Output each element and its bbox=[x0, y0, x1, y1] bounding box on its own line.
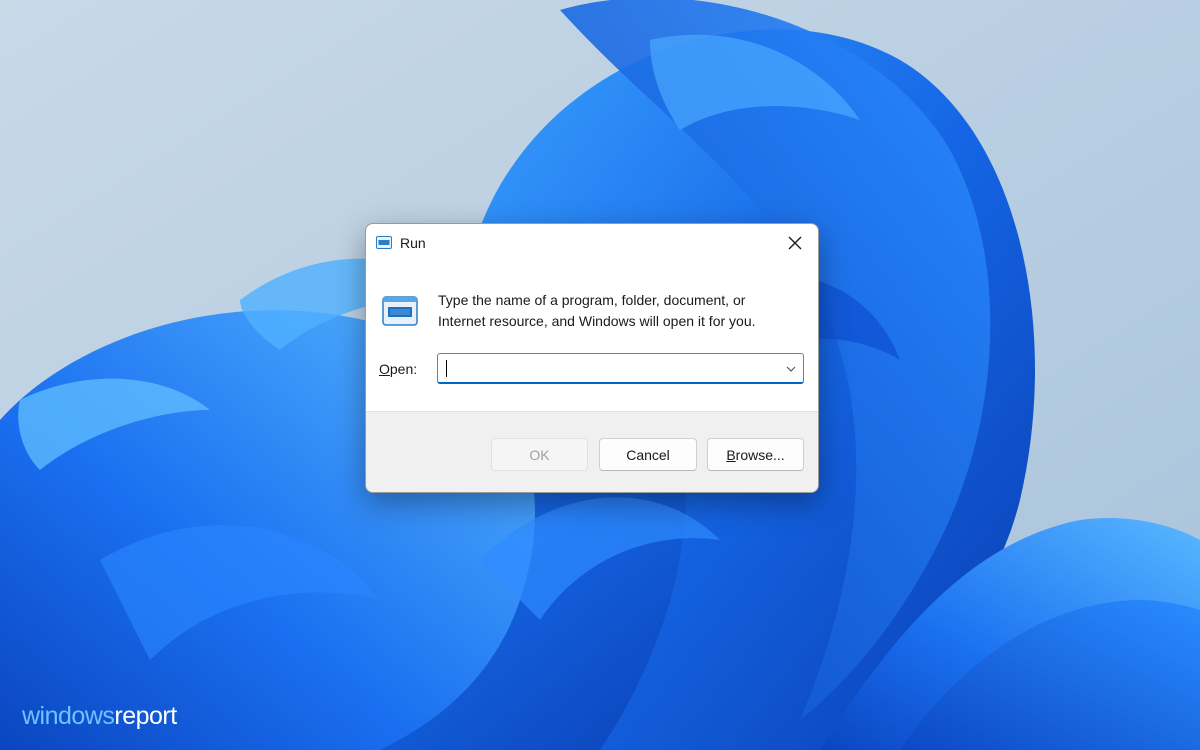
open-label: Open: bbox=[379, 361, 417, 377]
browse-button[interactable]: Browse... bbox=[707, 438, 804, 471]
chevron-down-icon[interactable] bbox=[785, 363, 797, 375]
description-line-1: Type the name of a program, folder, docu… bbox=[438, 292, 746, 308]
open-label-text: pen: bbox=[389, 361, 418, 377]
text-caret bbox=[446, 360, 447, 377]
title-bar[interactable]: Run bbox=[366, 224, 818, 262]
close-icon bbox=[788, 236, 802, 250]
ok-button[interactable]: OK bbox=[491, 438, 588, 471]
description-line-2: Internet resource, and Windows will open… bbox=[438, 313, 756, 329]
cancel-button-label: Cancel bbox=[626, 446, 670, 463]
browse-mnemonic: B bbox=[726, 446, 736, 463]
cancel-button[interactable]: Cancel bbox=[599, 438, 697, 471]
button-bar: OK Cancel Browse... bbox=[366, 411, 818, 492]
close-button[interactable] bbox=[772, 224, 818, 262]
browse-button-label: Browse... bbox=[726, 447, 784, 463]
run-dialog: Run Type the name of a program, folder, … bbox=[365, 223, 819, 493]
run-app-icon bbox=[382, 296, 418, 326]
watermark-logo: windowsreport bbox=[22, 702, 177, 731]
browse-label-rest: rowse... bbox=[735, 446, 785, 463]
open-input[interactable] bbox=[444, 358, 774, 380]
run-icon bbox=[376, 236, 392, 249]
ok-button-label: OK bbox=[529, 446, 550, 463]
watermark-part-2: report bbox=[114, 702, 177, 730]
watermark-part-1: windows bbox=[22, 702, 115, 730]
dialog-description: Type the name of a program, folder, docu… bbox=[438, 290, 808, 332]
open-combobox[interactable] bbox=[437, 353, 804, 384]
open-label-mnemonic: O bbox=[379, 361, 390, 377]
dialog-title: Run bbox=[400, 235, 426, 251]
